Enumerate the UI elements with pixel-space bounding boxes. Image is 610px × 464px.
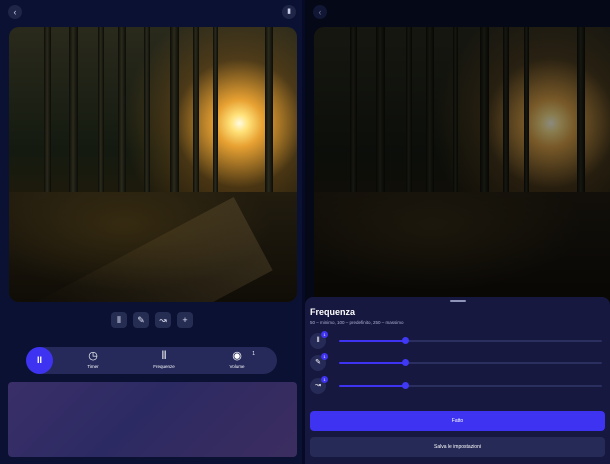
plus-icon: + xyxy=(182,315,188,325)
right-screen: ‹ Frequenza 50 – minimo, 100 – predefini… xyxy=(305,0,610,464)
back-button[interactable]: ‹ xyxy=(313,5,327,19)
sound-badge: 1 xyxy=(321,376,328,383)
left-screen: ‹ ▮ ⦀ ✎ ↝ + II ◷ Timer ⦀ Frequenze ◉ Vol… xyxy=(0,0,302,464)
volume-count: 1 xyxy=(252,351,255,357)
slider-fill xyxy=(339,340,405,342)
volume-label: Volume xyxy=(229,364,245,369)
slider-row: ✎ 1 xyxy=(310,353,606,371)
frequency-icon: ⦀ xyxy=(161,350,167,362)
frequency-slider[interactable] xyxy=(339,359,602,366)
frequency-label: Frequenze xyxy=(153,364,175,369)
pause-button[interactable]: II xyxy=(26,347,53,374)
slider-thumb[interactable] xyxy=(401,359,409,366)
sheet-title: Frequenza xyxy=(310,307,356,317)
frequency-slider[interactable] xyxy=(339,337,602,344)
frequency-button[interactable]: ⦀ Frequenze xyxy=(144,350,184,370)
sound-badge: 1 xyxy=(321,331,328,338)
back-button[interactable]: ‹ xyxy=(8,5,22,19)
player-bar: II ◷ Timer ⦀ Frequenze ◉ Volume 1 xyxy=(26,347,277,374)
sound-wave-button[interactable]: ⦀ xyxy=(111,312,127,328)
bookmark-button[interactable]: ▮ xyxy=(282,5,296,19)
forest-image xyxy=(9,27,297,302)
done-button[interactable]: Fatto xyxy=(310,411,605,431)
save-settings-button[interactable]: Salva le impostazioni xyxy=(310,437,605,457)
forest-image xyxy=(314,27,610,302)
timer-icon: ◷ xyxy=(88,350,98,362)
volume-icon: ◉ xyxy=(232,350,242,362)
sound-badge: 1 xyxy=(321,353,328,360)
bookmark-icon: ▮ xyxy=(287,8,291,15)
frequency-slider[interactable] xyxy=(339,382,602,389)
slider-row: ⦀ 1 xyxy=(310,331,606,349)
sheet-subtitle: 50 – minimo, 100 – predefinito, 250 – ma… xyxy=(310,320,404,325)
slider-thumb[interactable] xyxy=(401,382,409,389)
pause-icon: II xyxy=(36,355,42,365)
timer-label: Timer xyxy=(87,364,99,369)
frequency-sheet: Frequenza 50 – minimo, 100 – predefinito… xyxy=(305,297,610,464)
background-panel xyxy=(8,382,297,457)
drag-handle[interactable] xyxy=(450,300,466,302)
bell-icon: ✎ xyxy=(315,359,321,366)
waves-icon: ↝ xyxy=(315,382,321,389)
sound-wave-icon: ⦀ xyxy=(117,315,121,325)
slider-row: ↝ 1 xyxy=(310,376,606,394)
volume-button[interactable]: ◉ Volume 1 xyxy=(217,350,257,370)
chevron-left-icon: ‹ xyxy=(13,7,17,17)
waves-button[interactable]: ↝ xyxy=(155,312,171,328)
slider-fill xyxy=(339,385,405,387)
slider-thumb[interactable] xyxy=(401,337,409,344)
waves-icon: ↝ xyxy=(159,315,167,325)
timer-button[interactable]: ◷ Timer xyxy=(73,350,113,370)
bell-icon: ✎ xyxy=(137,315,145,325)
slider-fill xyxy=(339,362,405,364)
sound-wave-icon: ⦀ xyxy=(316,337,320,344)
chevron-left-icon: ‹ xyxy=(318,7,322,17)
bell-button[interactable]: ✎ xyxy=(133,312,149,328)
add-sound-button[interactable]: + xyxy=(177,312,193,328)
sound-controls: ⦀ ✎ ↝ + xyxy=(111,312,193,328)
